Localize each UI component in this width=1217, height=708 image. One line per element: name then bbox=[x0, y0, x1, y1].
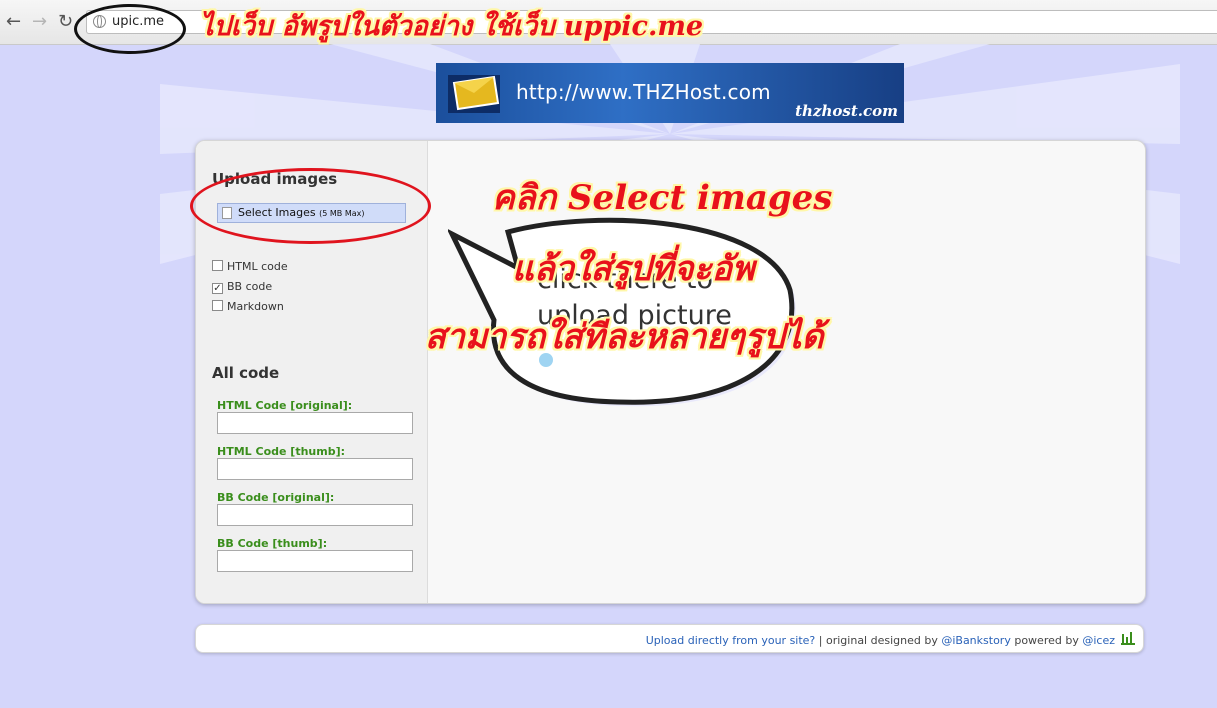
html-code-checkbox[interactable] bbox=[212, 260, 223, 271]
markdown-option[interactable]: Markdown bbox=[212, 300, 284, 313]
html-code-label: HTML code bbox=[227, 260, 288, 273]
html-code-option[interactable]: HTML code bbox=[212, 260, 288, 273]
annotation-click-select: คลิก Select images bbox=[492, 178, 833, 218]
bb-original-field[interactable] bbox=[217, 504, 413, 526]
bb-thumb-field[interactable] bbox=[217, 550, 413, 572]
html-thumb-label: HTML Code [thumb]: bbox=[217, 445, 345, 458]
html-original-field[interactable] bbox=[217, 412, 413, 434]
stats-chart-icon[interactable] bbox=[1121, 631, 1135, 645]
banner-logo-icon bbox=[448, 75, 500, 113]
bb-code-label: BB code bbox=[227, 280, 273, 293]
footer-separator: | bbox=[818, 634, 823, 647]
bb-code-checkbox[interactable]: ✓ bbox=[212, 283, 223, 294]
powered-link[interactable]: @icez bbox=[1082, 634, 1115, 647]
annotation-top: ไปเว็บ อัพรูปในตัวอย่าง ใช้เว็บ uppic.me bbox=[200, 11, 704, 42]
annotation-insert-image: แล้วใส่รูปที่จะอัพ bbox=[512, 249, 755, 289]
upload-direct-link[interactable]: Upload directly from your site? bbox=[646, 634, 816, 647]
page-footer: Upload directly from your site? | origin… bbox=[195, 624, 1144, 653]
forward-arrow-icon[interactable]: → bbox=[32, 12, 47, 32]
html-thumb-field[interactable] bbox=[217, 458, 413, 480]
all-code-title: All code bbox=[212, 364, 280, 382]
back-arrow-icon[interactable]: ← bbox=[6, 12, 21, 32]
banner-url: http://www.THZHost.com bbox=[516, 80, 771, 104]
designer-link[interactable]: @iBankstory bbox=[941, 634, 1011, 647]
bb-code-option[interactable]: ✓ BB code bbox=[212, 280, 272, 294]
bb-original-label: BB Code [original]: bbox=[217, 491, 335, 504]
bb-thumb-label: BB Code [thumb]: bbox=[217, 537, 328, 550]
html-original-label: HTML Code [original]: bbox=[217, 399, 353, 412]
markdown-checkbox[interactable] bbox=[212, 300, 223, 311]
designed-by-text: original designed by bbox=[826, 634, 938, 647]
thzhost-banner[interactable]: http://www.THZHost.com thzhost.com bbox=[436, 63, 904, 123]
powered-by-text: powered by bbox=[1014, 634, 1079, 647]
banner-brand: thzhost.com bbox=[795, 102, 898, 120]
select-highlight-circle bbox=[190, 168, 431, 244]
annotation-multiple: สามารถใส่ทีละหลายๆรูปได้ bbox=[425, 317, 824, 357]
footer-text: Upload directly from your site? | origin… bbox=[646, 634, 1115, 647]
markdown-label: Markdown bbox=[227, 300, 284, 313]
reload-icon[interactable]: ↻ bbox=[58, 12, 73, 32]
